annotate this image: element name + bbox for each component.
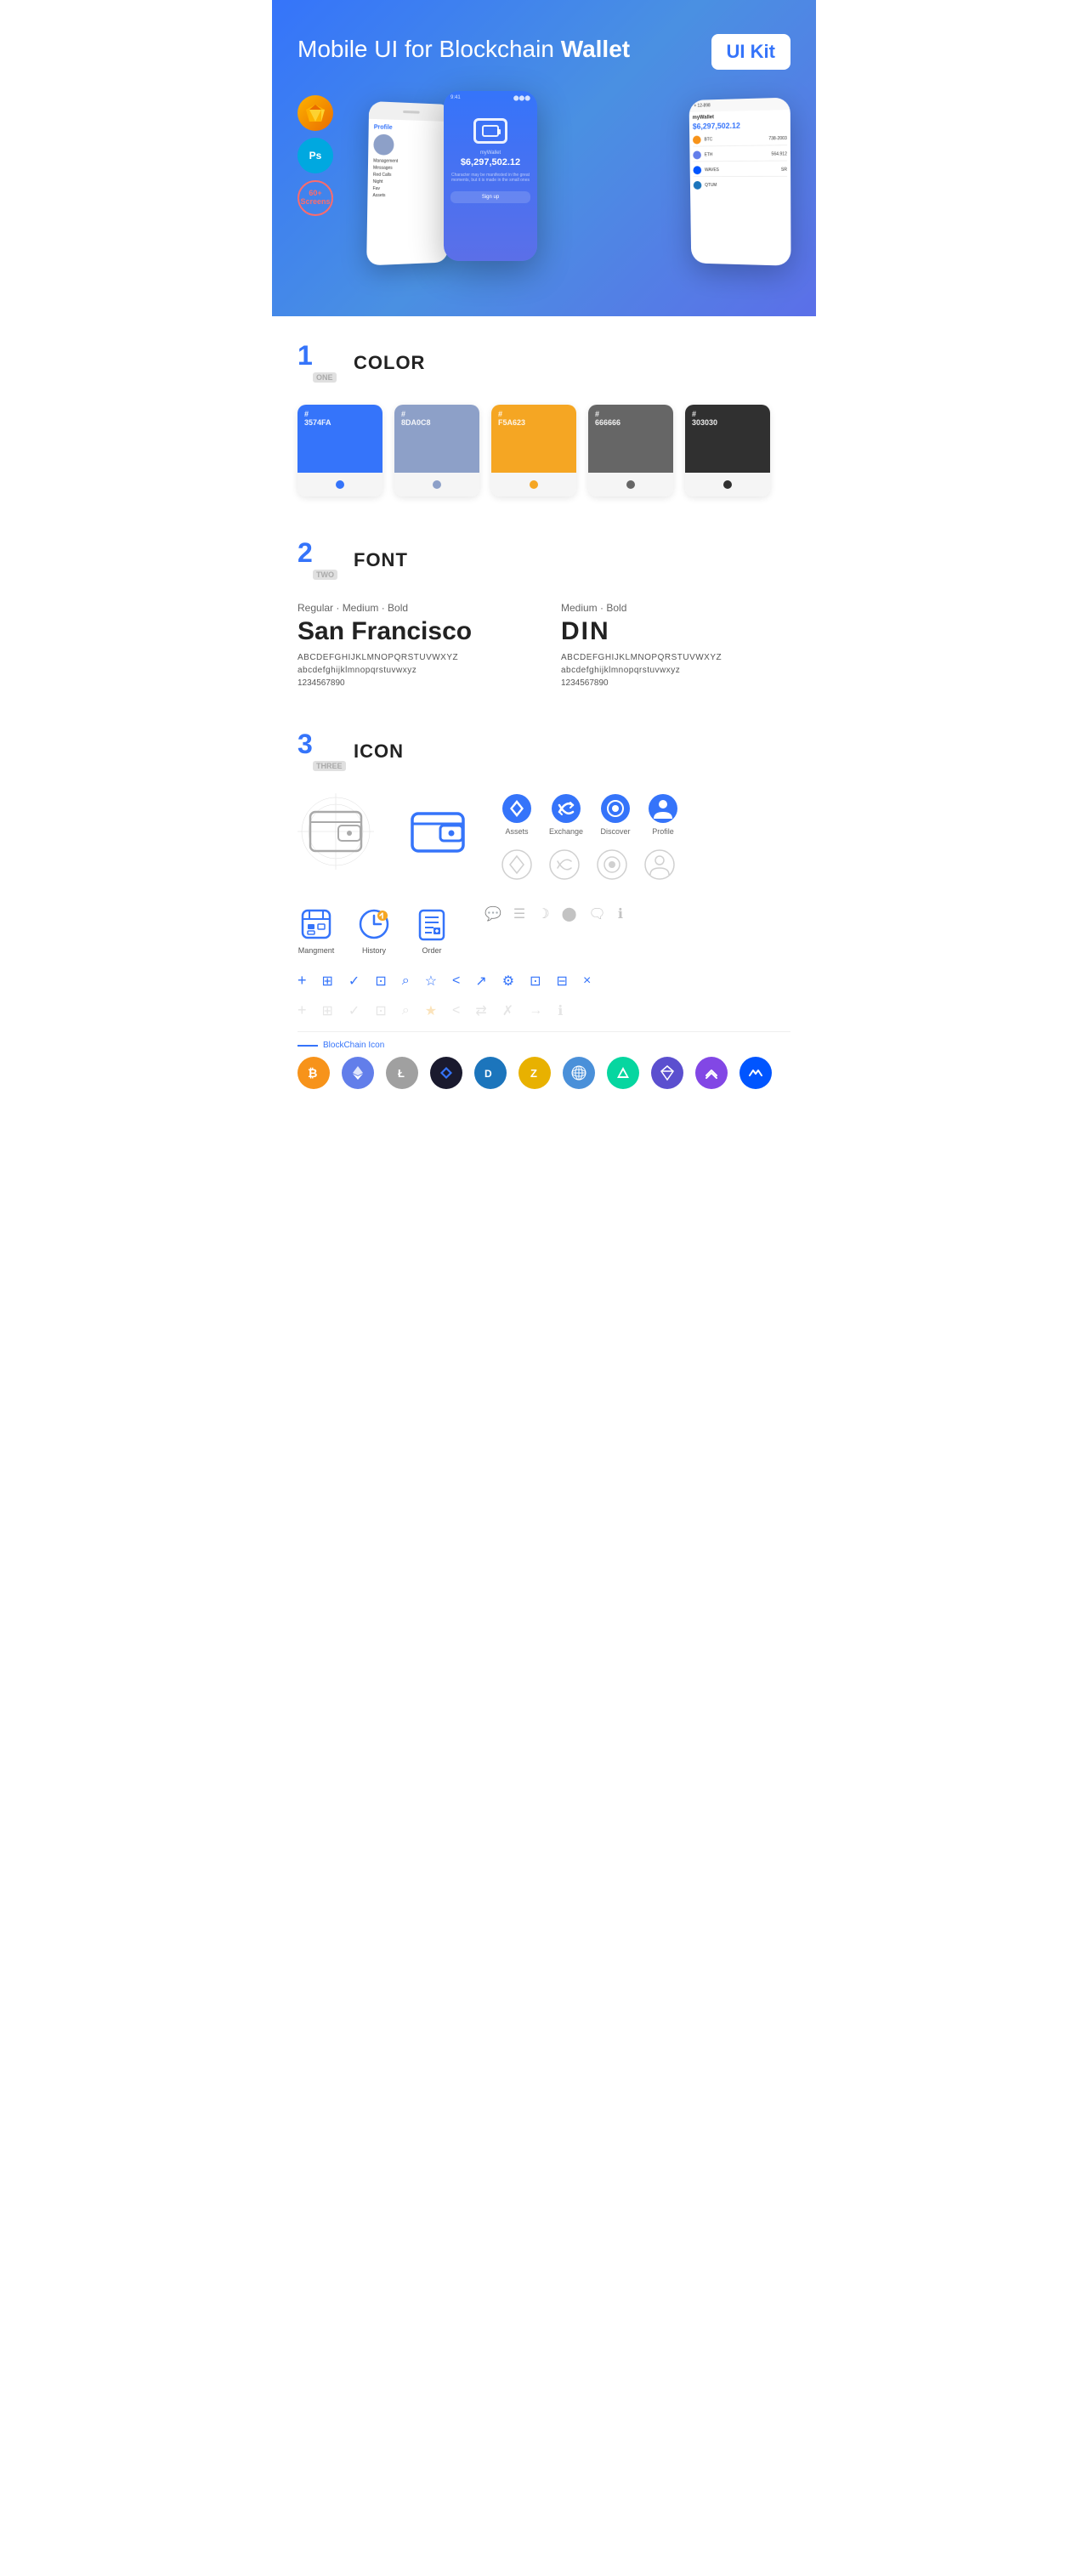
icon-circle: ⬤ (562, 905, 577, 922)
icon-qr: ⊡ (375, 973, 386, 990)
icon-download-box: ⊡ (530, 973, 541, 990)
icon-dash: D (474, 1057, 507, 1089)
font-din: Medium · Bold DIN ABCDEFGHIJKLMNOPQRSTUV… (561, 602, 790, 688)
icon-back: < (452, 973, 460, 989)
icon-speech: 🗨 (589, 905, 606, 922)
icon-close: × (583, 973, 591, 989)
icon-info: ℹ (618, 905, 623, 922)
icon-ethereum (342, 1057, 374, 1089)
icon-arrow-right: → (529, 1003, 542, 1018)
hero-title: Mobile UI for Blockchain Wallet (298, 34, 630, 65)
icon-section-title: ICON (354, 740, 404, 763)
icon-search: ⌕ (402, 973, 410, 989)
icon-check-ghost: ✓ (348, 1002, 360, 1019)
icon-waves (740, 1057, 772, 1089)
icon-blackcoin (430, 1057, 462, 1089)
icon-wallet-filled (400, 793, 476, 870)
icon-steem (607, 1057, 639, 1089)
svg-text:Ł: Ł (398, 1067, 405, 1080)
icon-bitcoin: ₿ (298, 1057, 330, 1089)
icon-order: Order (413, 905, 450, 955)
sketch-badge (298, 95, 333, 131)
color-card-steel: #8DA0C8 (394, 405, 479, 496)
phone-mockup-right: + 12-898 myWallet $6,297,502.12 BTC 738-… (689, 98, 791, 266)
icon-assets: Assets (502, 793, 532, 836)
color-card-dark: #303030 (685, 405, 770, 496)
icon-diamond (651, 1057, 683, 1089)
icon-exchange: Exchange (549, 793, 583, 836)
icon-plus: + (298, 972, 307, 990)
icon-star: ☆ (425, 973, 437, 990)
font-section: 2 TWO FONT Regular · Medium · Bold San F… (272, 513, 816, 705)
font-grid: Regular · Medium · Bold San Francisco AB… (298, 602, 790, 688)
section-number-2: 2 TWO (298, 539, 340, 582)
icon-moon: ☽ (537, 905, 549, 922)
icon-construction-grid (298, 793, 374, 870)
icon-profile: Profile (648, 793, 678, 836)
color-section: 1 ONE COLOR #3574FA #8DA0C8 #F5A623 (272, 316, 816, 513)
icon-share: ↗ (475, 973, 486, 990)
icon-edit-ghost: ⊞ (322, 1002, 333, 1019)
photoshop-badge: Ps (298, 138, 333, 173)
icon-info-ghost: ℹ (558, 1002, 563, 1019)
font-san-francisco: Regular · Medium · Bold San Francisco AB… (298, 602, 527, 688)
icon-back-ghost: < (452, 1003, 460, 1018)
color-card-blue: #3574FA (298, 405, 382, 496)
icon-x-ghost: ✗ (502, 1002, 513, 1019)
section-number-1: 1 ONE (298, 342, 340, 384)
icon-expand: ⊟ (557, 973, 568, 990)
ui-kit-badge: UI Kit (711, 34, 790, 70)
svg-text:₿: ₿ (308, 1066, 317, 1080)
color-section-title: COLOR (354, 352, 425, 374)
icon-layers: ☰ (513, 905, 525, 922)
screens-badge: 60+Screens (298, 180, 333, 216)
color-swatches: #3574FA #8DA0C8 #F5A623 #666666 (298, 405, 790, 496)
icon-gear: ⚙ (502, 973, 514, 990)
icon-qr-ghost: ⊡ (375, 1002, 386, 1019)
icon-management: Mangment (298, 905, 335, 955)
icon-matic (695, 1057, 728, 1089)
font-section-title: FONT (354, 549, 408, 571)
icon-chat: 💬 (484, 905, 502, 922)
utility-icons-row-2: + ⊞ ✓ ⊡ ⌕ ★ < ⇄ ✗ → ℹ (298, 1001, 790, 1019)
svg-text:Z: Z (530, 1067, 537, 1080)
icon-grid (563, 1057, 595, 1089)
utility-icons-row-1: + ⊞ ✓ ⊡ ⌕ ☆ < ↗ ⚙ ⊡ ⊟ × (298, 972, 790, 990)
icon-discover: Discover (600, 793, 631, 836)
blockchain-icon-label: BlockChain Icon (298, 1041, 790, 1050)
crypto-icons-row: ₿ Ł D Z (298, 1057, 790, 1089)
icon-zcash: Z (518, 1057, 551, 1089)
icon-section: 3 THREE ICON (272, 705, 816, 1132)
phone-mockup-middle: 9:41 ⬤⬤⬤ myWallet $6,297,502.12 Characte… (444, 91, 537, 261)
icon-check: ✓ (348, 973, 360, 990)
svg-text:D: D (484, 1068, 492, 1080)
icon-edit: ⊞ (322, 973, 333, 990)
icon-plus-ghost: + (298, 1001, 307, 1019)
color-card-gray: #666666 (588, 405, 673, 496)
hero-section: Mobile UI for Blockchain Wallet UI Kit P… (272, 0, 816, 316)
icon-litecoin: Ł (386, 1057, 418, 1089)
icon-search-ghost: ⌕ (402, 1003, 410, 1018)
icon-arrows-ghost: ⇄ (475, 1002, 486, 1019)
phone-mockup-left: Profile Management Messages Red Calls Ni… (366, 101, 452, 265)
color-card-orange: #F5A623 (491, 405, 576, 496)
section-number-3: 3 THREE (298, 730, 340, 773)
icon-star-filled: ★ (425, 1002, 437, 1019)
icon-history: History (355, 905, 393, 955)
